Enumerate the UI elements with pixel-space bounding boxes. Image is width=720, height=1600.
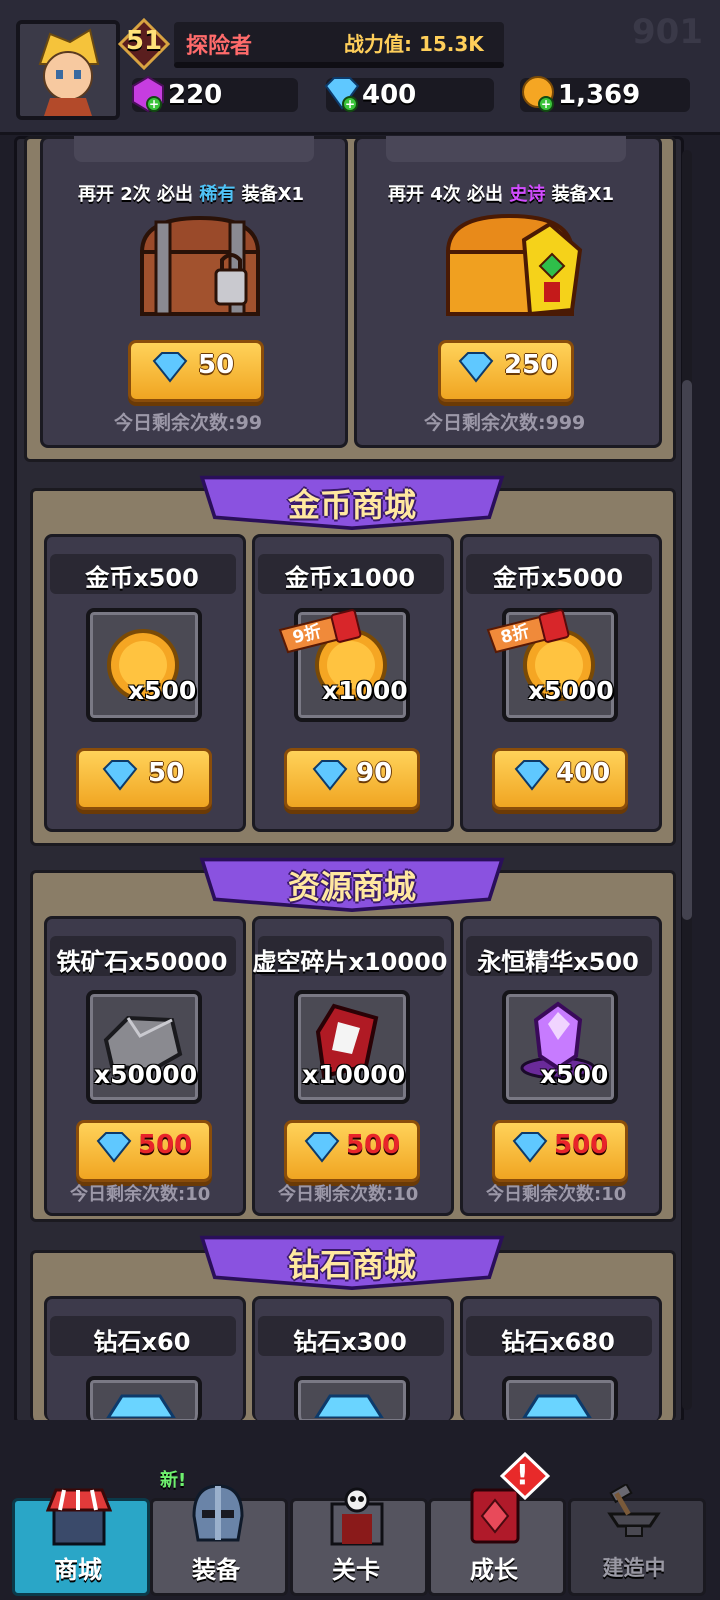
item-name: 永恒精华x500 — [477, 948, 639, 976]
price-value: 90 — [356, 758, 393, 788]
svg-text:+: + — [345, 97, 355, 111]
buy-normal-chest-button[interactable] — [128, 340, 264, 402]
anvil-hammer-icon — [607, 1484, 661, 1537]
svg-text:+: + — [149, 97, 159, 111]
chest-rule-text: 再开 2次 必出 稀有 装备X1 — [78, 184, 304, 205]
item-name: 钻石x680 — [501, 1328, 615, 1356]
diamond-icon — [102, 760, 138, 791]
svg-text:+: + — [541, 97, 551, 111]
chest-rule-text: 再开 4次 必出 史诗 装备X1 — [388, 184, 614, 205]
tab-label: 建造中 — [602, 1556, 666, 1580]
price-value: 500 — [138, 1130, 193, 1160]
diamond-icon — [106, 1394, 176, 1418]
price-value: 500 — [554, 1130, 609, 1160]
item-name: 金币x5000 — [492, 564, 624, 592]
item-quantity: x500 — [128, 676, 197, 705]
item-quantity: x10000 — [302, 1060, 406, 1089]
scrollbar-thumb[interactable] — [682, 380, 692, 920]
diamond-icon — [312, 760, 348, 791]
item-name: 金币x1000 — [284, 564, 416, 592]
diamond-icon — [152, 352, 188, 383]
purple-gem-value: 220 — [168, 80, 223, 110]
remaining-count: 今日剩余次数:10 — [70, 1184, 211, 1205]
diamond-shop-title: 钻石商城 — [287, 1246, 416, 1284]
diamond-icon — [304, 1132, 340, 1163]
purple-gem-icon: + — [132, 75, 164, 113]
player-level: 51 — [125, 26, 163, 56]
shop-stall-icon — [46, 1488, 112, 1546]
diamond-value: 400 — [362, 80, 417, 110]
item-quantity: x500 — [540, 1060, 609, 1089]
resource-shop-title: 资源商城 — [287, 868, 416, 906]
hero-portrait-icon — [20, 24, 116, 116]
price-value: 500 — [346, 1130, 401, 1160]
tab-label: 成长 — [470, 1556, 518, 1584]
price-value: 50 — [198, 350, 235, 380]
price-value: 400 — [556, 758, 611, 788]
player-name: 探险者 — [186, 34, 253, 59]
diamond-icon — [314, 1394, 384, 1418]
tab-label: 装备 — [192, 1556, 240, 1584]
item-quantity: x50000 — [94, 1060, 198, 1089]
item-name: 金币x500 — [85, 564, 199, 592]
chest-title-tab — [386, 136, 626, 162]
exp-bar — [174, 62, 504, 68]
remaining-count: 今日剩余次数:10 — [278, 1184, 419, 1205]
remaining-count: 今日剩余次数:10 — [486, 1184, 627, 1205]
gold-value: 1,369 — [558, 80, 641, 110]
tab-label: 关卡 — [332, 1556, 380, 1584]
skull-gate-icon — [330, 1487, 384, 1546]
diamond-icon — [514, 760, 550, 791]
chest-title-tab — [74, 136, 314, 162]
price-value: 50 — [148, 758, 185, 788]
alert-badge: ! — [516, 1458, 529, 1491]
gold-shop-title: 金币商城 — [287, 486, 416, 524]
item-name: 虚空碎片x10000 — [252, 948, 448, 976]
player-avatar[interactable] — [16, 20, 120, 120]
remaining-count: 今日剩余次数:999 — [424, 412, 586, 434]
diamond-icon — [458, 352, 494, 383]
tab-label: 商城 — [54, 1556, 102, 1584]
item-quantity: x1000 — [322, 676, 408, 705]
diamond-icon — [522, 1394, 592, 1418]
diamond-icon — [512, 1132, 548, 1163]
diamond-icon — [96, 1132, 132, 1163]
buy-gold-500-button[interactable] — [76, 748, 212, 810]
item-name: 铁矿石x50000 — [56, 948, 228, 976]
remaining-count: 今日剩余次数:99 — [114, 412, 263, 434]
diamond-icon: + — [324, 77, 360, 112]
item-quantity: x5000 — [528, 676, 614, 705]
helmet-icon — [192, 1484, 244, 1542]
item-name: 钻石x300 — [293, 1328, 407, 1356]
watermark: 901 — [632, 12, 703, 52]
combat-power: 战力值: 15.3K — [344, 32, 484, 56]
price-value: 250 — [504, 350, 559, 380]
item-name: 钻石x60 — [93, 1328, 191, 1356]
new-badge: 新! — [160, 1470, 187, 1491]
buy-gold-1000-button[interactable] — [284, 748, 420, 810]
golden-chest-icon — [445, 213, 583, 317]
wooden-chest-icon — [139, 215, 261, 316]
gold-coin-icon: + — [522, 76, 554, 112]
